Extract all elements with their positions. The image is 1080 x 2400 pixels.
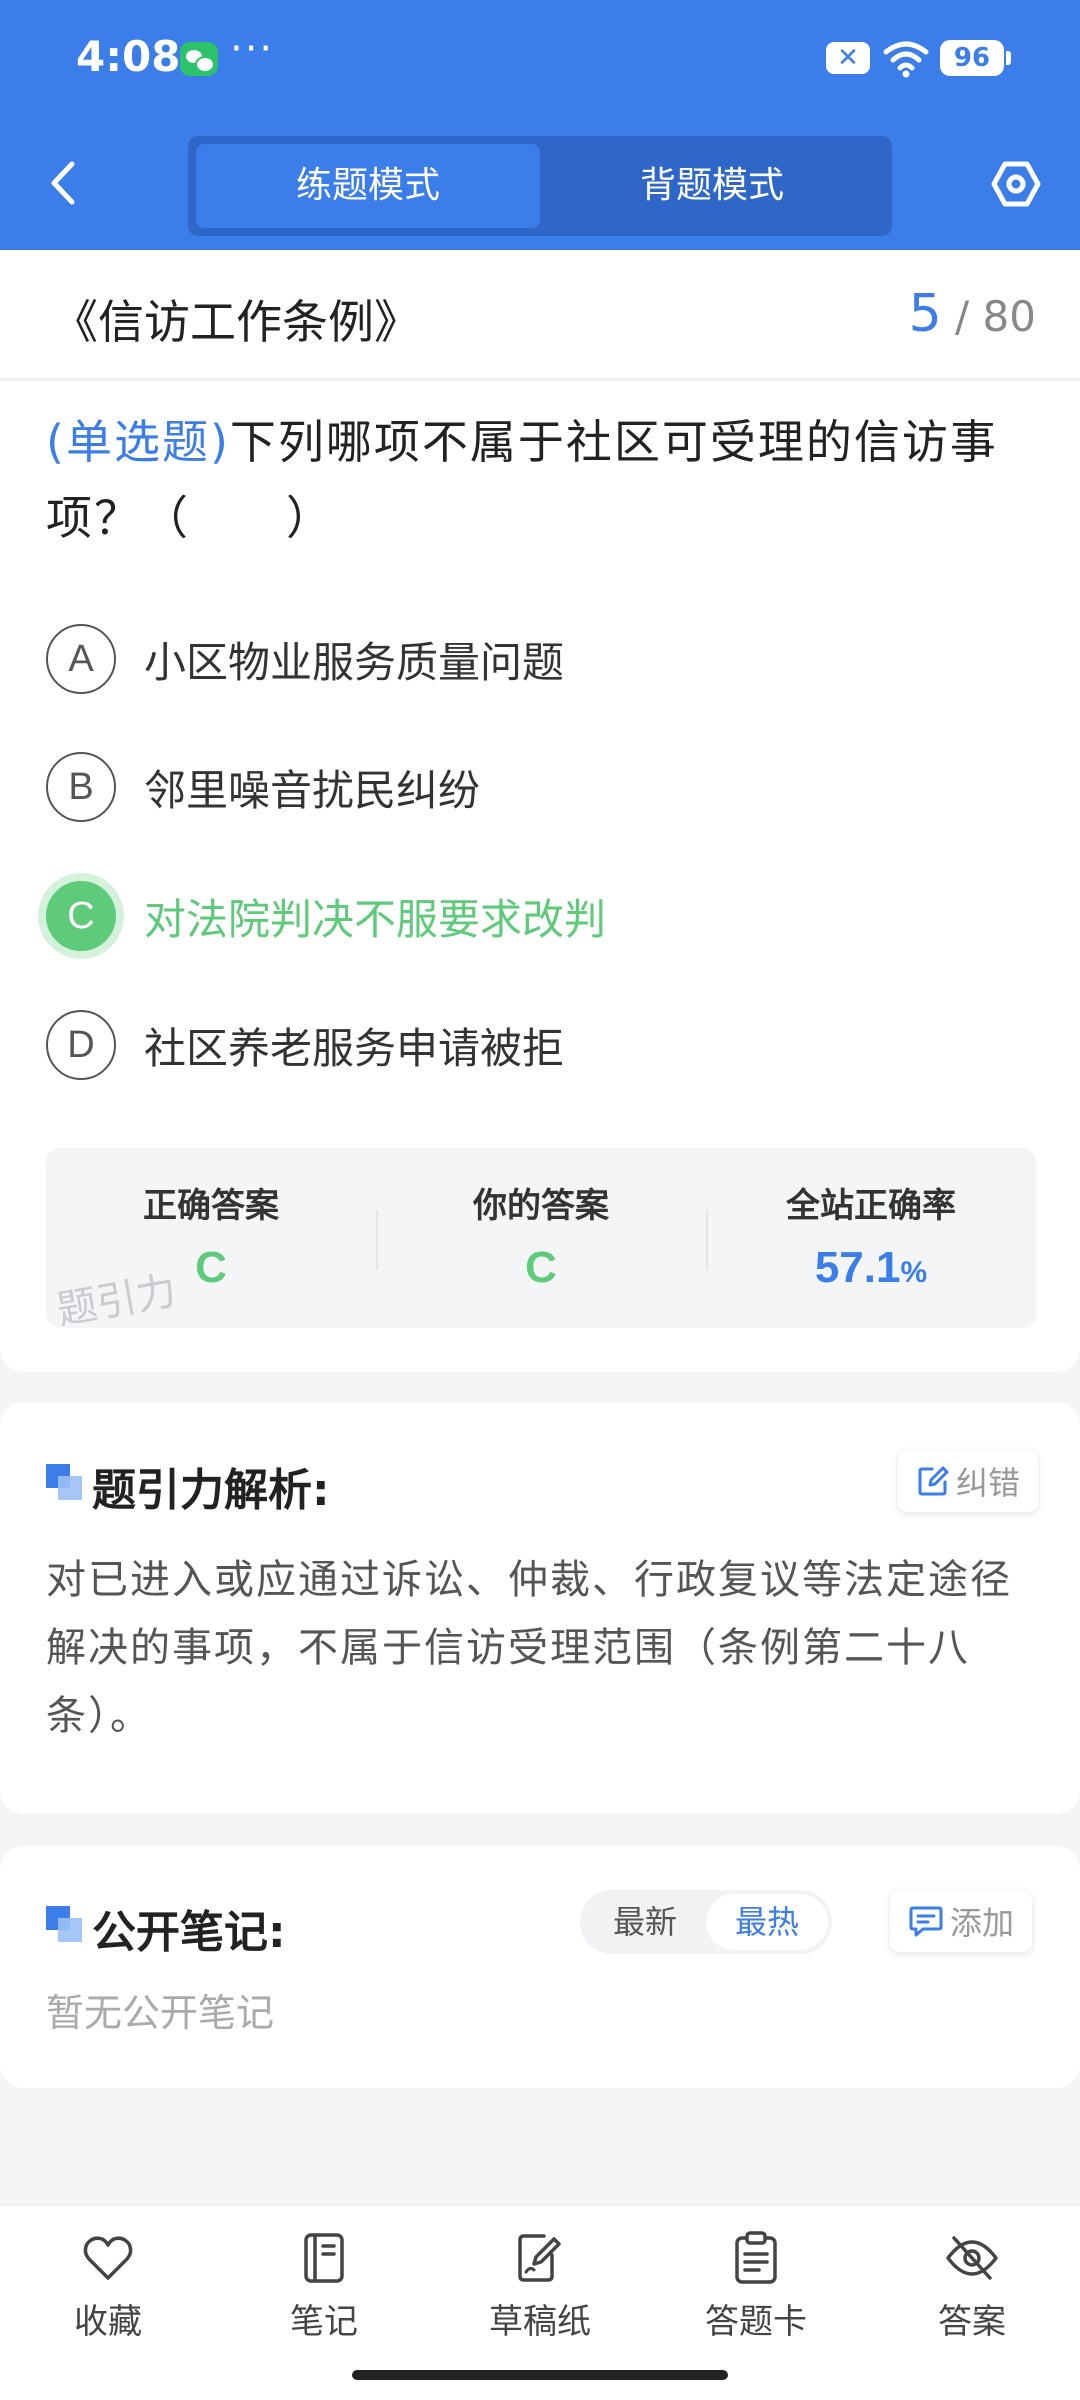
answer-card-icon	[735, 2231, 777, 2284]
nav-label: 答案	[938, 2302, 1006, 2342]
option-c[interactable]: C 对法院判决不服要求改判	[46, 879, 1036, 953]
battery-icon: 96	[940, 40, 1011, 76]
nav-label: 草稿纸	[489, 2302, 591, 2342]
empty-notes-message: 暂无公开笔记	[46, 1991, 275, 2035]
sort-latest-button[interactable]: 最新	[584, 1894, 706, 1950]
back-icon[interactable]	[44, 158, 84, 208]
sort-hot-button[interactable]: 最热	[706, 1894, 828, 1950]
site-accuracy-label: 全站正确率	[786, 1186, 956, 1226]
analysis-card: 题引力解析: 纠错 对已进入或应通过诉讼、仲裁、行政复议等法定途径解决的事项，不…	[0, 1402, 1080, 1814]
option-letter: B	[46, 752, 116, 822]
heart-icon	[83, 2236, 133, 2280]
report-error-button[interactable]: 纠错	[898, 1450, 1039, 1512]
no-sim-icon: ✕	[826, 42, 870, 74]
report-error-label: 纠错	[956, 1464, 1021, 1502]
notes-sort-toggle: 最新 最热	[580, 1890, 832, 1954]
correct-answer: 正确答案 C 题引力	[46, 1148, 376, 1334]
question-counter[interactable]: 5 / 80	[909, 284, 1036, 344]
nav-favorite[interactable]: 收藏	[0, 2206, 216, 2400]
question-stem: (单选题)下列哪项不属于社区可受理的信访事项？（ ）	[46, 404, 1036, 556]
wechat-icon	[180, 42, 218, 76]
option-text: 邻里噪音扰民纠纷	[144, 765, 481, 815]
notebook-icon	[304, 2233, 344, 2283]
nav-label: 笔记	[290, 2302, 358, 2342]
option-letter: A	[46, 624, 116, 694]
question-type: (单选题)	[46, 415, 230, 469]
comment-icon	[909, 1906, 943, 1937]
current-question-number: 5	[908, 284, 942, 344]
status-bar: 4:08 ··· ✕ 96	[0, 0, 1080, 118]
option-d[interactable]: D 社区养老服务申请被拒	[46, 1008, 1036, 1082]
nav-label: 答题卡	[705, 2302, 807, 2342]
add-note-label: 添加	[950, 1904, 1015, 1942]
option-letter: D	[46, 1010, 116, 1080]
option-letter: C	[46, 881, 116, 951]
header: 4:08 ··· ✕ 96 练题模式 背题模式	[0, 0, 1080, 250]
section-square-icon	[46, 1464, 82, 1500]
counter-separator: /	[955, 292, 970, 341]
your-answer-value: C	[525, 1243, 557, 1292]
book-title: 《信访工作条例》	[52, 295, 420, 349]
option-text: 小区物业服务质量问题	[144, 637, 565, 687]
section-square-icon	[46, 1906, 82, 1942]
home-indicator[interactable]	[352, 2370, 728, 2380]
add-note-button[interactable]: 添加	[890, 1890, 1033, 1952]
your-answer-label: 你的答案	[473, 1186, 609, 1226]
wifi-icon	[883, 41, 929, 78]
more-notifications-icon: ···	[230, 26, 275, 72]
eye-off-icon	[946, 2236, 998, 2280]
notes-title: 公开笔记:	[92, 1907, 286, 1958]
tab-practice-mode[interactable]: 练题模式	[196, 144, 540, 228]
total-questions: 80	[982, 292, 1036, 341]
mode-switch: 练题模式 背题模式	[188, 136, 892, 236]
option-b[interactable]: B 邻里噪音扰民纠纷	[46, 750, 1036, 824]
analysis-text: 对已进入或应通过诉讼、仲裁、行政复议等法定途径解决的事项，不属于信访受理范围（条…	[46, 1557, 1012, 1739]
option-text: 社区养老服务申请被拒	[144, 1023, 565, 1073]
tab-memorize-mode[interactable]: 背题模式	[540, 144, 884, 228]
site-accuracy: 全站正确率 57.1%	[706, 1148, 1036, 1328]
analysis-title: 题引力解析:	[92, 1465, 330, 1516]
answer-summary: 正确答案 C 题引力 你的答案 C 全站正确率 57.1%	[46, 1148, 1036, 1334]
title-bar: 《信访工作条例》 5 / 80	[0, 250, 1080, 380]
public-notes-card: 公开笔记: 最新 最热 添加 暂无公开笔记	[0, 1846, 1080, 2088]
nav-answer[interactable]: 答案	[864, 2206, 1080, 2400]
site-accuracy-value: 57.1%	[706, 1243, 1036, 1293]
nav-label: 收藏	[74, 2302, 142, 2342]
edit-icon	[918, 1466, 949, 1496]
your-answer: 你的答案 C	[376, 1148, 706, 1328]
draft-paper-icon	[518, 2234, 561, 2282]
option-a[interactable]: A 小区物业服务质量问题	[46, 622, 1036, 696]
settings-icon[interactable]	[990, 158, 1042, 210]
correct-answer-label: 正确答案	[143, 1186, 279, 1226]
status-time: 4:08	[76, 32, 181, 81]
question-card: (单选题)下列哪项不属于社区可受理的信访事项？（ ） A 小区物业服务质量问题 …	[0, 382, 1080, 1372]
accuracy-unit: %	[900, 1256, 928, 1289]
accuracy-number: 57.1	[814, 1243, 901, 1292]
option-text: 对法院判决不服要求改判	[144, 894, 607, 944]
